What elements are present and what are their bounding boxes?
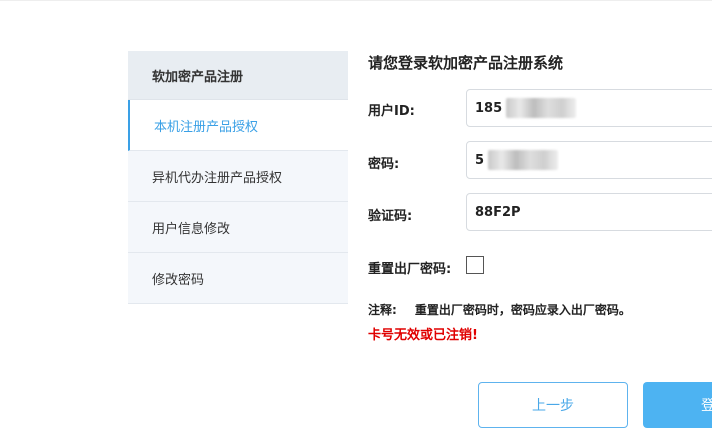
top-divider xyxy=(0,0,712,1)
captcha-label: 验证码: xyxy=(368,209,413,224)
sidebar-item-user-info[interactable]: 用户信息修改 xyxy=(128,202,348,253)
redacted-mask xyxy=(506,98,577,118)
prev-step-button[interactable]: 上一步 xyxy=(478,382,628,428)
reset-password-checkbox[interactable] xyxy=(466,256,484,274)
sidebar-item-local-register[interactable]: 本机注册产品授权 xyxy=(128,100,348,151)
captcha-field[interactable]: 88F2P xyxy=(466,193,712,231)
login-button[interactable]: 登 xyxy=(643,382,712,428)
sidebar-item-change-password[interactable]: 修改密码 xyxy=(128,253,348,304)
error-message: 卡号无效或已注销! xyxy=(368,328,478,343)
page-title: 请您登录软加密产品注册系统 xyxy=(368,54,564,72)
password-field[interactable]: 5 xyxy=(466,141,712,179)
redacted-mask xyxy=(488,150,559,170)
note: 注释: 重置出厂密码时，密码应录入出厂密码。 xyxy=(368,301,631,318)
user-id-field[interactable]: 185 xyxy=(466,89,712,127)
sidebar: 软加密产品注册 本机注册产品授权 异机代办注册产品授权 用户信息修改 修改密码 xyxy=(128,51,348,304)
note-label: 注释: xyxy=(368,303,397,317)
user-id-value: 185 xyxy=(475,100,503,116)
sidebar-item-proxy-register[interactable]: 异机代办注册产品授权 xyxy=(128,151,348,202)
reset-password-label: 重置出厂密码: xyxy=(368,262,452,277)
captcha-value: 88F2P xyxy=(475,204,521,220)
password-value: 5 xyxy=(475,152,485,168)
note-text: 重置出厂密码时，密码应录入出厂密码。 xyxy=(414,303,631,317)
user-id-label: 用户ID: xyxy=(368,104,415,119)
password-label: 密码: xyxy=(368,157,400,172)
sidebar-header: 软加密产品注册 xyxy=(128,51,348,100)
